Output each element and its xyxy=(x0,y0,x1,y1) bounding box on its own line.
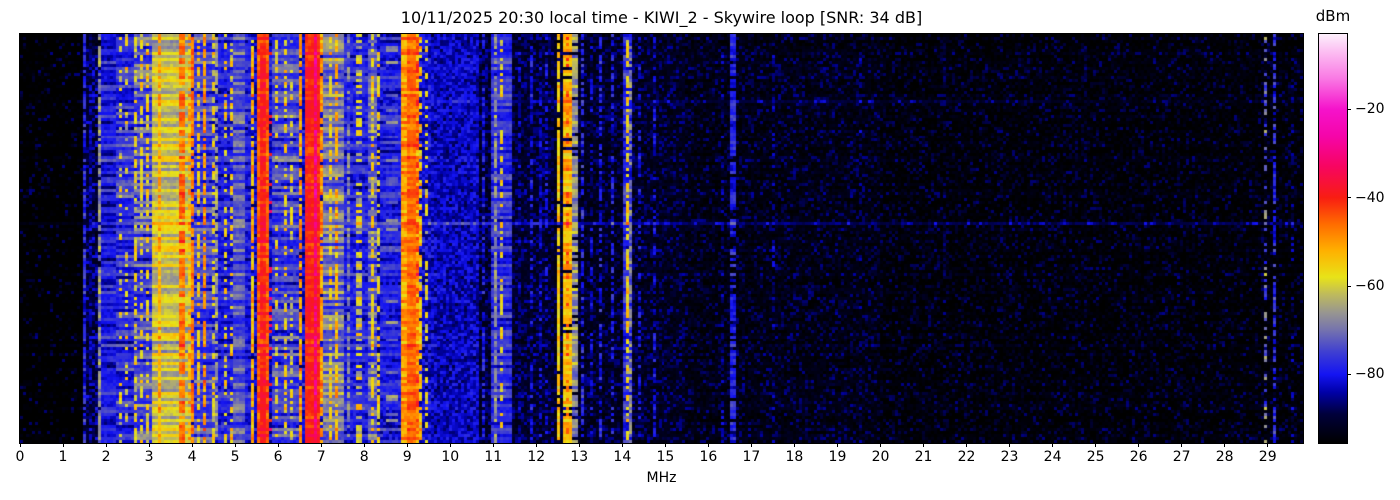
x-axis-tick xyxy=(1009,443,1011,447)
x-axis-tick-label: 7 xyxy=(316,449,326,465)
colorbar xyxy=(1318,33,1348,444)
colorbar-tick xyxy=(1347,373,1351,375)
x-axis-tick xyxy=(1052,443,1054,447)
x-axis-tick-label: 12 xyxy=(527,449,546,465)
x-axis-tick xyxy=(535,443,537,447)
colorbar-tick-label: −40 xyxy=(1355,189,1385,206)
x-axis-tick xyxy=(492,443,494,447)
x-axis-tick xyxy=(406,443,408,447)
x-axis-tick-label: 25 xyxy=(1086,449,1105,465)
x-axis-tick xyxy=(707,443,709,447)
x-axis-tick xyxy=(621,443,623,447)
x-axis-tick xyxy=(363,443,365,447)
x-axis-tick-label: 22 xyxy=(957,449,976,465)
x-axis-tick xyxy=(1267,443,1269,447)
x-axis-tick xyxy=(320,443,322,447)
x-axis-tick xyxy=(105,443,107,447)
x-axis-tick xyxy=(234,443,236,447)
colorbar-tick xyxy=(1347,108,1351,110)
plot-area xyxy=(19,33,1304,444)
x-axis-tick-label: 10 xyxy=(441,449,460,465)
x-axis-tick xyxy=(836,443,838,447)
x-axis-tick-label: 2 xyxy=(101,449,111,465)
colorbar-tick xyxy=(1347,197,1351,199)
x-axis-tick-label: 0 xyxy=(15,449,25,465)
x-axis-tick-label: 29 xyxy=(1258,449,1277,465)
x-axis-tick-label: 8 xyxy=(359,449,369,465)
colorbar-tick xyxy=(1347,285,1351,287)
x-axis-tick-label: 14 xyxy=(613,449,632,465)
x-axis-tick xyxy=(664,443,666,447)
x-axis-tick-label: 15 xyxy=(656,449,675,465)
x-axis-tick-label: 13 xyxy=(570,449,589,465)
x-axis-label: MHz xyxy=(646,470,677,486)
x-axis-tick xyxy=(793,443,795,447)
x-axis-tick-label: 6 xyxy=(273,449,283,465)
x-axis-tick xyxy=(923,443,925,447)
x-axis-tick-label: 24 xyxy=(1043,449,1062,465)
x-axis-tick xyxy=(191,443,193,447)
colorbar-unit-label: dBm xyxy=(1315,7,1351,25)
x-axis-tick-label: 19 xyxy=(828,449,847,465)
x-axis-tick-label: 3 xyxy=(144,449,154,465)
x-axis-tick-label: 4 xyxy=(187,449,197,465)
x-axis-tick xyxy=(578,443,580,447)
x-axis-tick xyxy=(1224,443,1226,447)
x-axis-tick-label: 21 xyxy=(914,449,933,465)
x-axis-tick-label: 18 xyxy=(785,449,804,465)
x-axis-tick-label: 23 xyxy=(1000,449,1019,465)
x-axis-tick xyxy=(966,443,968,447)
spectrogram-canvas xyxy=(20,34,1303,443)
x-axis-tick xyxy=(148,443,150,447)
x-axis-tick xyxy=(1138,443,1140,447)
x-axis-tick-label: 26 xyxy=(1129,449,1148,465)
x-axis-tick xyxy=(62,443,64,447)
x-axis-tick-label: 1 xyxy=(58,449,68,465)
x-axis-tick-label: 27 xyxy=(1172,449,1191,465)
x-axis-tick xyxy=(19,443,21,447)
x-axis-tick-label: 5 xyxy=(230,449,240,465)
colorbar-gradient xyxy=(1319,34,1347,443)
spectrogram-figure: 10/11/2025 20:30 local time - KIWI_2 - S… xyxy=(0,0,1400,500)
x-axis-tick xyxy=(449,443,451,447)
plot-title: 10/11/2025 20:30 local time - KIWI_2 - S… xyxy=(400,8,923,27)
x-axis-tick-label: 20 xyxy=(871,449,890,465)
x-axis-tick-label: 9 xyxy=(402,449,412,465)
x-axis-tick xyxy=(879,443,881,447)
x-axis-tick xyxy=(750,443,752,447)
colorbar-tick-label: −80 xyxy=(1355,366,1385,383)
x-axis-tick-label: 11 xyxy=(484,449,503,465)
x-axis-tick xyxy=(1181,443,1183,447)
x-axis-tick-label: 28 xyxy=(1215,449,1234,465)
colorbar-tick-label: −20 xyxy=(1355,101,1385,118)
x-axis-tick-label: 16 xyxy=(699,449,718,465)
colorbar-tick-label: −60 xyxy=(1355,278,1385,295)
x-axis-tick-label: 17 xyxy=(742,449,761,465)
x-axis-tick xyxy=(1095,443,1097,447)
x-axis-tick xyxy=(277,443,279,447)
